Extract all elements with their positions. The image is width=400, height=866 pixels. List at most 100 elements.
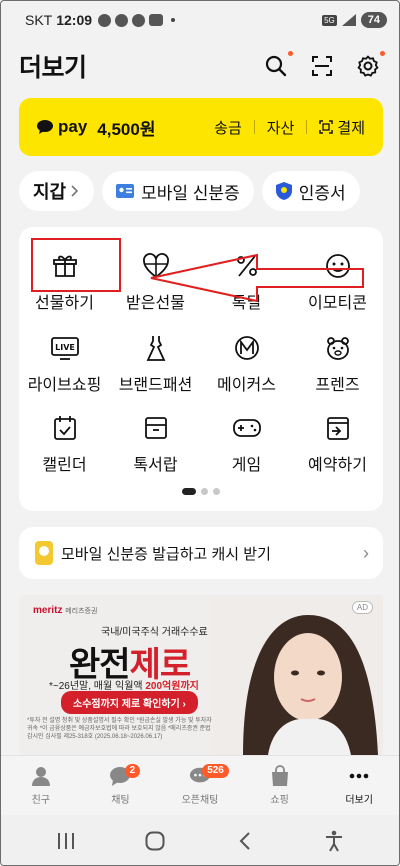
recent-apps-icon — [57, 833, 74, 849]
menu-item-label: 캘린더 — [42, 457, 87, 474]
assets-link[interactable]: 자산 — [267, 117, 295, 138]
ad-cta-button[interactable]: 소수점까지 제로 확인하기 › — [61, 691, 198, 714]
tab-item[interactable]: 친구 — [1, 756, 81, 815]
friends-bear-icon — [323, 333, 353, 363]
chevron-right-icon: › — [363, 542, 369, 563]
tab-item[interactable]: 더보기 — [319, 756, 399, 815]
payment-link-label: 결제 — [337, 119, 365, 137]
menu-item-label: 메이커스 — [217, 377, 276, 394]
pay-card[interactable]: pay 4,500원 송금 자산 결제 — [19, 98, 383, 156]
menu-item-label: 프렌즈 — [315, 377, 360, 394]
signal-icon — [341, 14, 356, 26]
menu-item[interactable]: 톡딜 — [201, 251, 292, 313]
new-indicator-dot — [288, 51, 293, 56]
menu-item[interactable]: LIVE 라이브쇼핑 — [19, 333, 110, 395]
accessibility-button[interactable] — [314, 826, 354, 856]
network-type: 5G — [322, 14, 337, 26]
menu-item-label: 예약하기 — [308, 457, 367, 474]
home-button[interactable] — [135, 826, 175, 856]
pay-balance: 4,500원 — [97, 119, 156, 139]
shield-icon — [275, 182, 292, 200]
more-notifications-dot — [171, 18, 176, 22]
menu-item-label: 이모티콘 — [308, 295, 367, 312]
menu-item[interactable]: 이모티콘 — [292, 251, 383, 313]
menu-item[interactable]: 브랜드패션 — [110, 333, 201, 395]
clock: 12:09 — [56, 12, 93, 28]
id-card-icon — [116, 184, 135, 198]
page-dot — [201, 488, 208, 495]
wallet-label: 지갑 — [33, 182, 67, 202]
ad-detail: *~26년말, 매월 익월액 200억원까지 — [49, 677, 199, 692]
tab-label: 채팅 — [111, 795, 130, 806]
certificate-label: 인증서 — [298, 183, 346, 203]
system-nav-bar — [1, 815, 399, 865]
mobile-id-chip[interactable]: 모바일 신분증 — [102, 171, 254, 211]
scan-button[interactable] — [309, 53, 335, 79]
new-indicator-dot — [380, 51, 385, 56]
tab-item[interactable]: 오픈채팅 526 — [160, 756, 240, 815]
certificate-chip[interactable]: 인증서 — [261, 171, 360, 211]
page-dot — [213, 488, 220, 495]
accessibility-icon — [326, 830, 343, 852]
tab-label: 더보기 — [345, 795, 373, 806]
id-card-promo-icon — [35, 541, 53, 565]
shopping-bag-icon — [269, 765, 291, 787]
gear-icon — [357, 55, 379, 77]
search-icon — [265, 55, 287, 77]
talk-notification-icon — [149, 14, 164, 26]
recent-apps-button[interactable] — [46, 826, 86, 856]
advertiser-name: meritz — [33, 605, 63, 616]
payment-link[interactable]: 결제 — [319, 117, 365, 138]
menu-item[interactable]: 예약하기 — [292, 413, 383, 475]
phone-frame: SKT 12:09 5G 74 더보기 pay 4,500원 송금 자산 결제 … — [0, 0, 400, 866]
menu-item-label: 톡딜 — [231, 295, 262, 312]
discount-percent-icon — [232, 251, 262, 281]
pay-brand-label: pay — [58, 117, 88, 136]
live-tv-icon: LIVE — [50, 333, 80, 363]
drawer-icon — [141, 413, 171, 443]
pay-brand: pay — [37, 117, 87, 137]
menu-item[interactable]: 톡서랍 — [110, 413, 201, 475]
menu-item[interactable]: 캘린더 — [19, 413, 110, 475]
ad-subtitle: 국내/미국주식 거래수수료 — [101, 627, 208, 638]
divider — [253, 120, 255, 134]
menu-item[interactable]: 게임 — [201, 413, 292, 475]
dress-icon — [141, 333, 171, 363]
home-icon — [145, 831, 165, 851]
reservation-icon — [323, 413, 353, 443]
mobile-id-promo-row[interactable]: 모바일 신분증 발급하고 캐시 받기 › — [19, 527, 383, 579]
divider — [306, 120, 308, 134]
notification-icon — [115, 13, 129, 27]
send-money-link[interactable]: 송금 — [214, 117, 242, 138]
page-header: 더보기 — [1, 41, 399, 91]
page-dot — [182, 488, 196, 495]
tab-item[interactable]: 쇼핑 — [240, 756, 320, 815]
status-bar: SKT 12:09 5G 74 — [1, 1, 399, 39]
back-button[interactable] — [225, 826, 265, 856]
tab-label: 쇼핑 — [270, 795, 289, 806]
qr-scan-icon — [319, 120, 334, 134]
ad-banner[interactable]: meritz 메리츠증권 국내/미국주식 거래수수료 완전제로 *~26년말, … — [19, 595, 383, 755]
received-gift-icon — [141, 251, 171, 281]
search-button[interactable] — [263, 51, 293, 79]
menu-item[interactable]: 프렌즈 — [292, 333, 383, 395]
advertiser-logo: meritz 메리츠증권 — [33, 605, 97, 616]
mobile-id-label: 모바일 신분증 — [141, 183, 240, 203]
model-photo — [213, 595, 383, 755]
scan-icon — [312, 56, 332, 76]
emoticon-icon — [323, 251, 353, 281]
notification-icons — [98, 13, 176, 27]
menu-item[interactable]: 메이커스 — [201, 333, 292, 395]
menu-item[interactable]: 받은선물 — [110, 251, 201, 313]
promo-text: 모바일 신분증 발급하고 캐시 받기 — [61, 545, 271, 563]
page-title: 더보기 — [19, 54, 87, 82]
unread-badge: 2 — [124, 764, 141, 778]
menu-item-label: 라이브쇼핑 — [27, 377, 102, 394]
wallet-chip[interactable]: 지갑 — [19, 171, 95, 211]
bottom-tab-bar: 친구 채팅 2 오픈채팅 526 쇼핑 더보기 — [1, 755, 399, 815]
more-dots-icon — [348, 765, 370, 787]
tab-item[interactable]: 채팅 2 — [81, 756, 161, 815]
settings-button[interactable] — [355, 51, 385, 79]
makers-m-icon — [232, 333, 262, 363]
ad-badge: AD — [351, 601, 373, 614]
